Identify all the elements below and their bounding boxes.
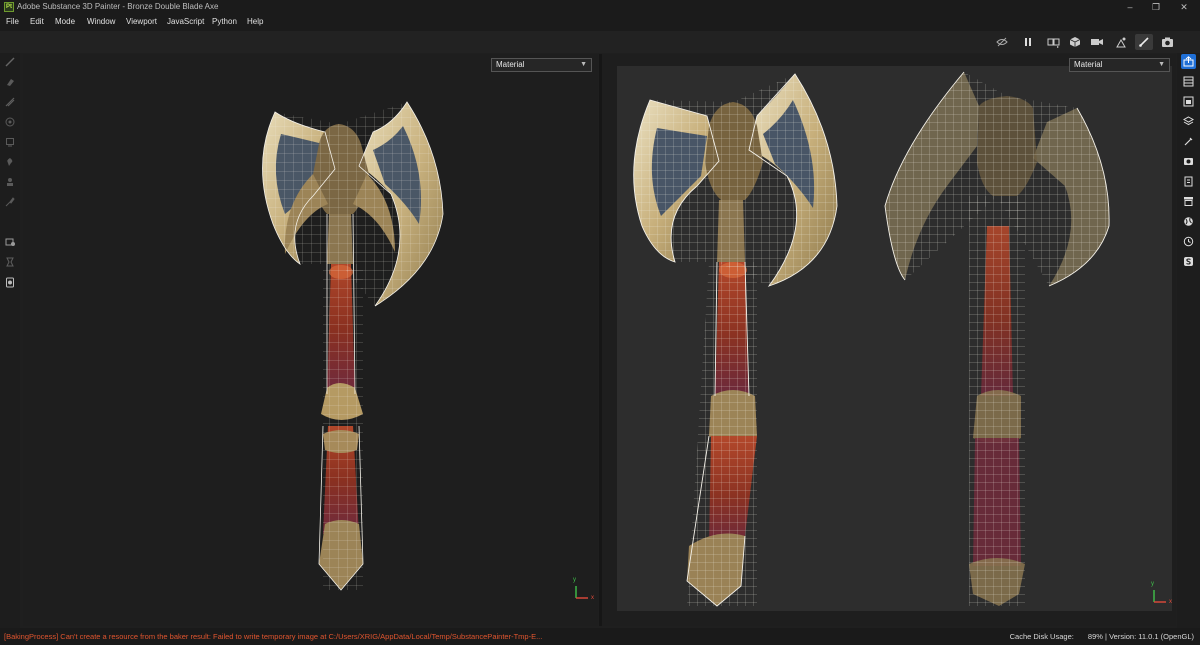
history-icon[interactable] xyxy=(1181,234,1196,249)
stack-icon[interactable] xyxy=(1181,114,1196,129)
axis-y-label: y xyxy=(573,577,576,583)
export-icon[interactable] xyxy=(1181,54,1196,69)
display-settings-icon[interactable] xyxy=(1181,154,1196,169)
bake-icon[interactable] xyxy=(4,236,16,248)
window-title: Adobe Substance 3D Painter - Bronze Doub… xyxy=(17,2,219,11)
cache-value: 89% xyxy=(1087,632,1103,641)
pause-icon[interactable] xyxy=(1019,34,1037,50)
paint-icon[interactable] xyxy=(4,56,16,68)
environment-icon[interactable] xyxy=(1181,214,1196,229)
viewport-3d-mode-select[interactable]: Material ▼ xyxy=(1069,58,1170,72)
projection-icon[interactable] xyxy=(4,96,16,108)
shelf-icon[interactable] xyxy=(1181,174,1196,189)
axis-x-label: x xyxy=(1169,599,1172,605)
status-cache-info: Cache Disk Usage: 89% | Version: 11.0.1 … xyxy=(1010,632,1194,641)
status-bar: [BakingProcess] Can't create a resource … xyxy=(0,628,1200,645)
viewport-2d-mode-value: Material xyxy=(496,60,525,69)
viewport-3d[interactable]: Material ▼ y x xyxy=(617,58,1172,611)
substance-icon[interactable] xyxy=(1181,254,1196,269)
menu-window[interactable]: Window xyxy=(87,17,115,26)
smudge-icon[interactable] xyxy=(4,156,16,168)
scene-icon[interactable] xyxy=(1112,34,1130,50)
assets-icon[interactable] xyxy=(1181,194,1196,209)
chevron-down-icon: ▼ xyxy=(580,61,587,68)
menu-bar: File Edit Mode Window Viewport JavaScrip… xyxy=(0,14,1200,31)
menu-javascript[interactable]: JavaScript xyxy=(167,17,204,26)
menu-python[interactable]: Python xyxy=(212,17,237,26)
properties-icon[interactable] xyxy=(1181,134,1196,149)
viewport-3d-mode-value: Material xyxy=(1074,60,1103,69)
axis-gizmo-3d: y x xyxy=(1150,581,1172,606)
axis-x-label: x xyxy=(591,595,594,601)
split-view-icon[interactable] xyxy=(1045,34,1063,50)
screenshot-icon[interactable] xyxy=(1158,34,1176,50)
version-label: Version: 11.0.1 (OpenGL) xyxy=(1109,632,1194,641)
status-separator: | xyxy=(1105,632,1107,641)
tools-bar xyxy=(0,53,20,628)
app-logo-icon: Pt xyxy=(4,2,14,12)
panels-bar xyxy=(1177,53,1200,628)
polygon-fill-icon[interactable] xyxy=(4,136,16,148)
display-cube-icon[interactable] xyxy=(1067,34,1085,50)
camera-icon[interactable] xyxy=(1088,34,1106,50)
menu-help[interactable]: Help xyxy=(247,17,263,26)
viewport-toolbar xyxy=(0,31,1200,53)
clone-icon[interactable] xyxy=(4,176,16,188)
measure-icon[interactable] xyxy=(4,256,16,268)
eraser-icon[interactable] xyxy=(4,76,16,88)
material-picker-icon[interactable] xyxy=(4,196,16,208)
hide-icon[interactable] xyxy=(993,34,1011,50)
chevron-down-icon: ▼ xyxy=(1158,61,1165,68)
menu-viewport[interactable]: Viewport xyxy=(126,17,157,26)
minimize-icon[interactable]: – xyxy=(1116,0,1144,14)
geometry-mask-icon[interactable] xyxy=(4,116,16,128)
texture-set-icon[interactable] xyxy=(1181,94,1196,109)
axis-gizmo-2d: y x xyxy=(572,577,594,602)
menu-edit[interactable]: Edit xyxy=(30,17,44,26)
layers-panel-icon[interactable] xyxy=(1181,74,1196,89)
status-error-message[interactable]: [BakingProcess] Can't create a resource … xyxy=(4,632,542,641)
axe-model-3d xyxy=(633,71,1110,607)
paint-brush-icon[interactable] xyxy=(1135,34,1153,50)
color-picker-icon[interactable] xyxy=(4,276,16,288)
maximize-icon[interactable]: ❐ xyxy=(1142,0,1170,14)
menu-mode[interactable]: Mode xyxy=(55,17,75,26)
menu-file[interactable]: File xyxy=(6,17,19,26)
title-bar: Pt Adobe Substance 3D Painter - Bronze D… xyxy=(0,0,1200,14)
axis-y-label: y xyxy=(1151,581,1154,587)
cache-label: Cache Disk Usage: xyxy=(1009,632,1074,641)
uv-viewport-2d[interactable]: Material ▼ y x xyxy=(23,54,598,626)
axe-model-2d xyxy=(262,101,444,591)
viewport-2d-mode-select[interactable]: Material ▼ xyxy=(491,58,592,72)
close-icon[interactable]: ✕ xyxy=(1170,0,1198,14)
